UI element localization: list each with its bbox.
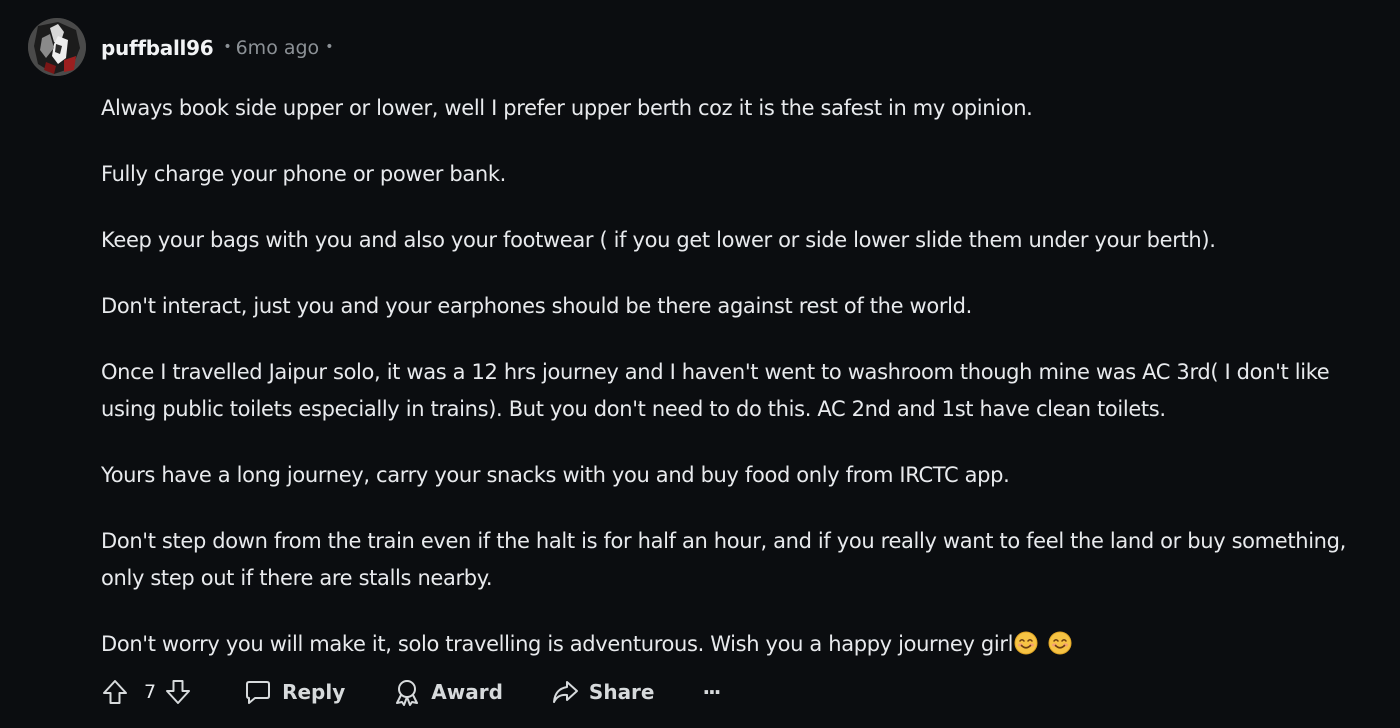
comment-paragraph-text: Don't worry you will make it, solo trave… [101,632,1014,656]
upvote-icon[interactable] [101,678,129,706]
award-label: Award [431,680,503,704]
avatar-image [28,18,86,76]
award-icon [393,678,421,706]
share-button[interactable]: Share [551,678,655,706]
comment-timestamp[interactable]: 6mo ago [236,37,320,59]
username-link[interactable]: puffball96 [101,36,214,60]
smiling-face-emoji [1048,631,1072,655]
comment-body: Always book side upper or lower, well I … [101,90,1386,692]
reply-button[interactable]: Reply [244,678,345,706]
share-icon [551,678,579,706]
share-label: Share [588,680,655,704]
comment-paragraph-last: Don't worry you will make it, solo trave… [101,626,1386,663]
comment-paragraph: Once I travelled Jaipur solo, it was a 1… [101,360,1330,421]
more-options-button[interactable]: ··· [702,680,722,704]
comment-paragraph: Yours have a long journey, carry your sn… [101,463,1010,487]
separator-dot: • [325,39,334,55]
more-options-icon: ··· [702,680,722,704]
comment-paragraph: Fully charge your phone or power bank. [101,162,506,186]
downvote-icon[interactable] [164,678,192,706]
comment-paragraph: Don't step down from the train even if t… [101,529,1346,590]
reply-label: Reply [282,680,346,704]
vote-count: 7 [144,681,157,703]
comment-actions: 7 Reply Award Share ··· [101,672,722,712]
comment-bubble-icon [244,678,272,706]
comment: puffball96 • 6mo ago • Always book side … [0,0,1400,728]
comment-paragraph: Keep your bags with you and also your fo… [101,228,1216,252]
award-button[interactable]: Award [393,678,503,706]
smiling-face-emoji [1014,631,1038,655]
separator-dot: • [223,39,232,55]
comment-header: puffball96 • 6mo ago • [101,33,333,63]
comment-paragraph: Always book side upper or lower, well I … [101,96,1033,120]
comment-paragraph: Don't interact, just you and your earpho… [101,294,972,318]
avatar[interactable] [28,18,86,76]
